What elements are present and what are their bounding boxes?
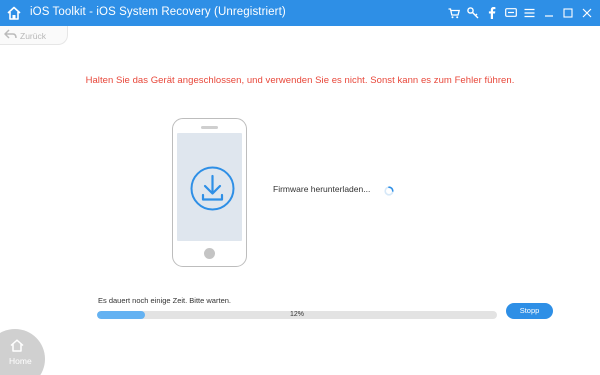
phone-illustration [172, 118, 247, 267]
loading-spinner-icon [384, 186, 394, 196]
maximize-icon[interactable] [560, 5, 575, 21]
menu-icon[interactable] [522, 5, 537, 21]
warning-message: Halten Sie das Gerät angeschlossen, und … [85, 75, 515, 86]
phone-home-button [204, 248, 215, 259]
back-label: Zurück [20, 31, 46, 41]
wait-hint: Es dauert noch einige Zeit. Bitte warten… [98, 296, 231, 305]
download-icon [190, 166, 235, 211]
facebook-icon[interactable] [484, 5, 499, 21]
cart-icon[interactable] [446, 5, 461, 21]
home-icon[interactable] [6, 5, 22, 21]
feedback-icon[interactable] [503, 5, 518, 21]
key-icon[interactable] [465, 5, 480, 21]
home-corner-button[interactable]: Home [0, 329, 45, 375]
phone-speaker [201, 126, 218, 129]
stop-button[interactable]: Stopp [506, 303, 553, 319]
download-progress-bar: 12% [97, 311, 497, 319]
phone-screen [177, 133, 242, 241]
status-text: Firmware herunterladen... [273, 184, 371, 194]
minimize-icon[interactable] [541, 5, 556, 21]
home-icon [10, 339, 24, 357]
close-icon[interactable] [579, 5, 594, 21]
back-button[interactable]: Zurück [0, 26, 68, 45]
back-arrow-icon [4, 29, 17, 42]
title-bar: iOS Toolkit - iOS System Recovery (Unreg… [0, 0, 600, 26]
title-bar-actions [446, 4, 594, 22]
home-label: Home [9, 356, 32, 366]
progress-percent: 12% [289, 311, 304, 318]
window-title: iOS Toolkit - iOS System Recovery (Unreg… [30, 6, 286, 18]
